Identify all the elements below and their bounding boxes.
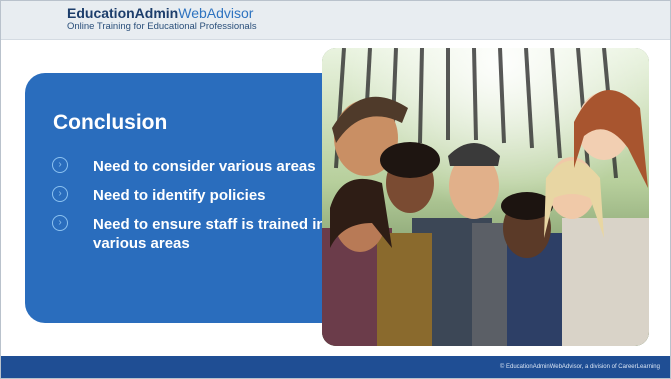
bullet-item: › Need to consider various areas (49, 157, 339, 176)
chevron-right-circle-icon: › (52, 215, 68, 231)
copyright-text: © EducationAdminWebAdvisor, a division o… (499, 364, 660, 370)
brand-light-text: WebAdvisor (178, 5, 254, 21)
brand-logo: EducationAdminWebAdvisor (67, 5, 253, 21)
bullet-list: › Need to consider various areas › Need … (49, 157, 339, 263)
footer-bar: © EducationAdminWebAdvisor, a division o… (1, 356, 670, 378)
slide-frame: EducationAdminWebAdvisor Online Training… (0, 0, 671, 379)
brand-bold-text: EducationAdmin (67, 5, 179, 21)
slide-title: Conclusion (53, 111, 168, 134)
bullet-text: Need to identify policies (93, 187, 266, 204)
group-photo-illustration (322, 48, 649, 346)
bullet-text: Need to consider various areas (93, 158, 316, 175)
chevron-right-circle-icon: › (52, 186, 68, 202)
bullet-item: › Need to identify policies (49, 186, 339, 205)
group-photo (322, 48, 649, 346)
tagline: Online Training for Educational Professi… (67, 21, 257, 32)
chevron-right-circle-icon: › (52, 157, 68, 173)
bullet-item: › Need to ensure staff is trained in var… (49, 215, 339, 253)
header-bar: EducationAdminWebAdvisor Online Training… (1, 1, 670, 40)
content-panel: Conclusion › Need to consider various ar… (25, 73, 355, 323)
bullet-text: Need to ensure staff is trained in vario… (93, 216, 326, 252)
